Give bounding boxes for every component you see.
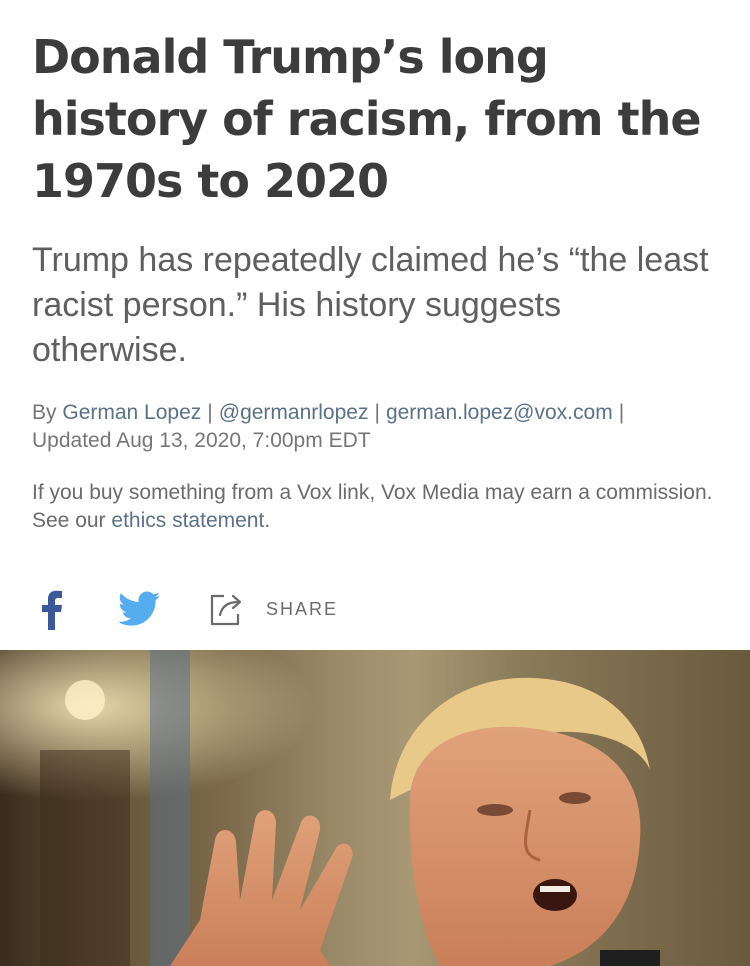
share-bar: SHARE <box>32 585 718 633</box>
separator: | <box>374 401 380 424</box>
disclosure-end: . <box>264 509 271 532</box>
twitter-handle-link[interactable]: @germanrlopez <box>219 401 369 424</box>
hero-photo-illustration <box>0 650 750 966</box>
article-header: Donald Trump’s long history of racism, f… <box>0 0 750 633</box>
share-icon <box>210 594 242 626</box>
twitter-icon[interactable] <box>118 591 160 627</box>
separator: | <box>618 401 625 424</box>
ethics-statement-link[interactable]: ethics statement <box>111 509 264 532</box>
share-label: SHARE <box>266 598 339 619</box>
separator: | <box>207 401 213 424</box>
updated-timestamp: Updated Aug 13, 2020, 7:00pm EDT <box>32 429 371 452</box>
headline: Donald Trump’s long history of racism, f… <box>32 30 702 208</box>
author-link[interactable]: German Lopez <box>62 401 201 424</box>
affiliate-disclosure: If you buy something from a Vox link, Vo… <box>32 479 718 535</box>
facebook-icon[interactable] <box>36 588 66 630</box>
byline: By German Lopez | @germanrlopez | german.lop… <box>32 399 718 455</box>
email-link[interactable]: german.lopez@vox.com <box>386 401 613 424</box>
byline-prefix: By <box>32 401 57 424</box>
share-button[interactable]: SHARE <box>206 588 338 630</box>
dek: Trump has repeatedly claimed he’s “the l… <box>32 241 709 369</box>
hero-image <box>0 650 750 966</box>
